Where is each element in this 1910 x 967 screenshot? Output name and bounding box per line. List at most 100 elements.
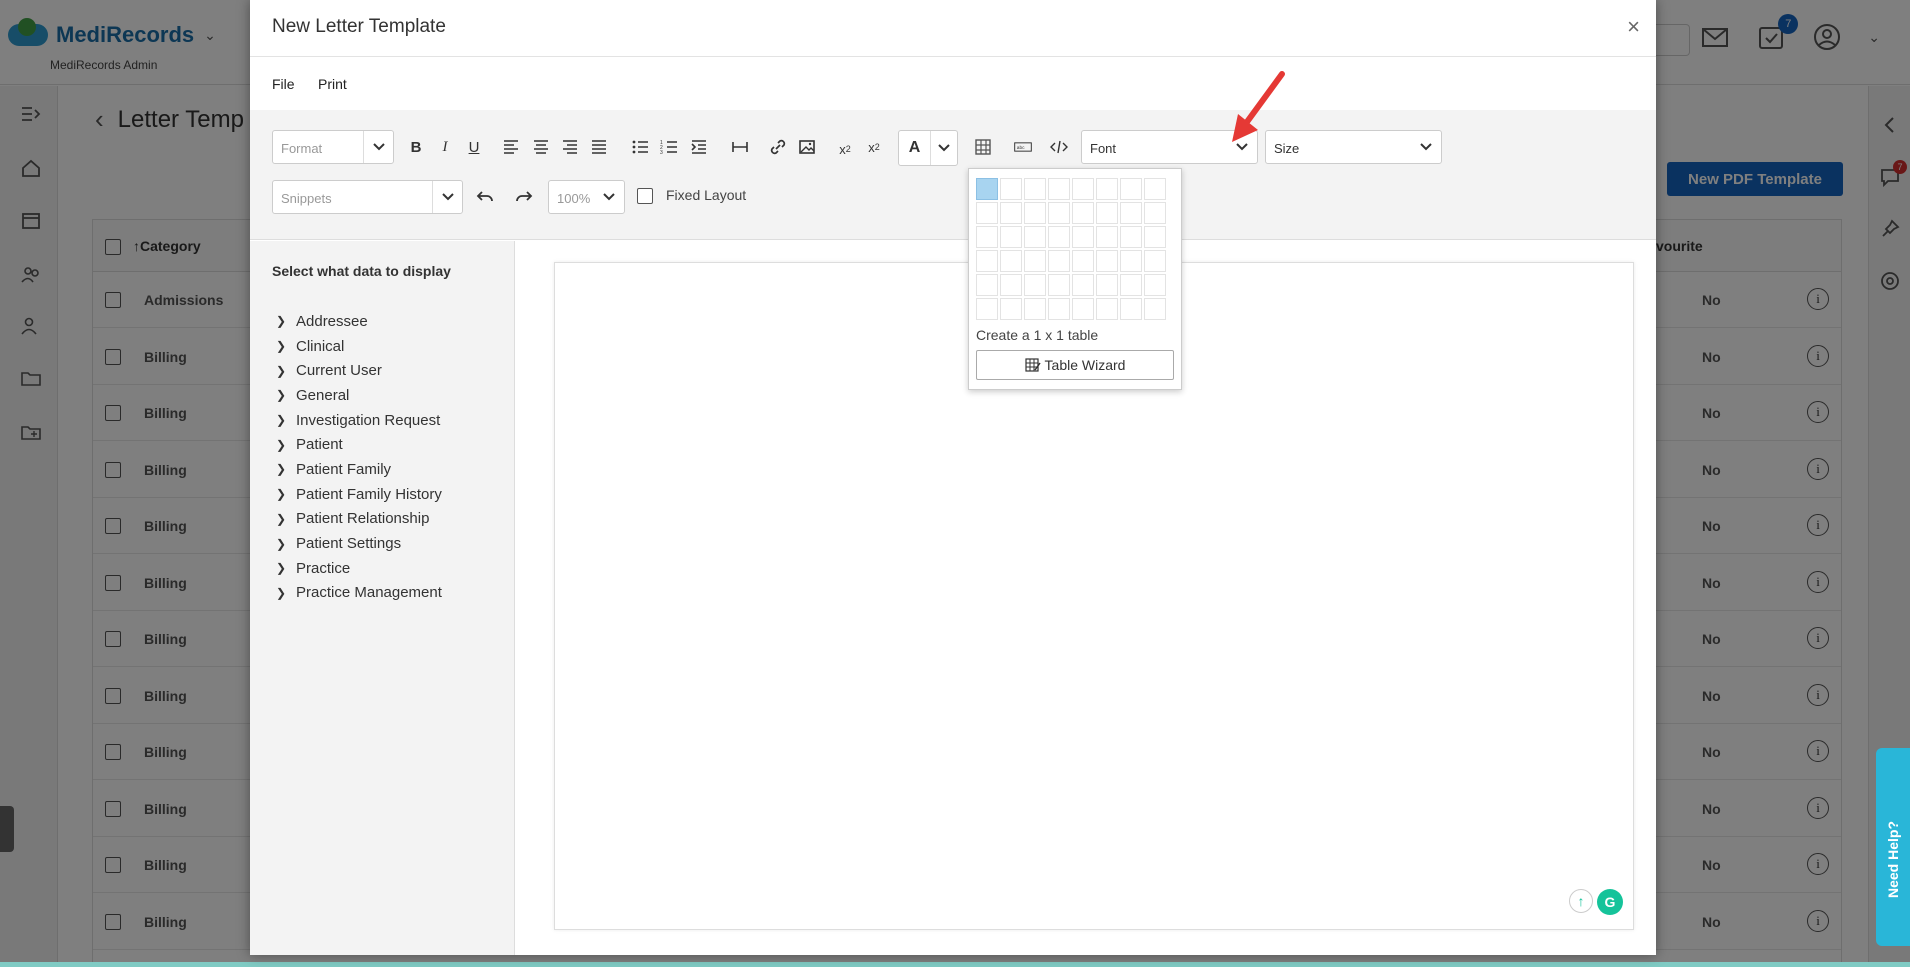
chevron-right-icon[interactable]: ❯ <box>276 413 296 427</box>
chevron-right-icon[interactable]: ❯ <box>276 586 296 600</box>
table-grid-cell[interactable] <box>1072 298 1094 320</box>
indent-icon[interactable] <box>686 134 712 160</box>
table-grid-cell[interactable] <box>1120 274 1142 296</box>
table-grid-cell[interactable] <box>1048 202 1070 224</box>
table-grid-cell[interactable] <box>1120 226 1142 248</box>
link-icon[interactable] <box>765 134 791 160</box>
chevron-right-icon[interactable]: ❯ <box>276 388 296 402</box>
table-grid-cell[interactable] <box>1072 274 1094 296</box>
chevron-down-icon[interactable] <box>930 131 957 165</box>
close-icon[interactable]: × <box>1627 14 1640 40</box>
zoom-select[interactable]: 100% <box>548 180 625 214</box>
table-grid-cell[interactable] <box>1048 298 1070 320</box>
chevron-right-icon[interactable]: ❯ <box>276 512 296 526</box>
table-grid-cell[interactable] <box>1000 178 1022 200</box>
table-grid-cell[interactable] <box>1096 178 1118 200</box>
table-grid-cell[interactable] <box>1096 226 1118 248</box>
table-grid-cell[interactable] <box>976 202 998 224</box>
table-grid-cell[interactable] <box>1120 250 1142 272</box>
table-grid-cell[interactable] <box>1120 298 1142 320</box>
tree-item[interactable]: ❯ Practice Management <box>276 581 442 606</box>
table-grid-cell[interactable] <box>1072 250 1094 272</box>
table-grid-cell[interactable] <box>1048 274 1070 296</box>
tree-item[interactable]: ❯ Addressee <box>276 309 442 334</box>
table-grid-cell[interactable] <box>976 178 998 200</box>
tree-item[interactable]: ❯ Clinical <box>276 334 442 359</box>
table-grid-cell[interactable] <box>1024 202 1046 224</box>
table-grid-cell[interactable] <box>1144 226 1166 248</box>
tree-item[interactable]: ❯ General <box>276 383 442 408</box>
table-grid-cell[interactable] <box>1072 202 1094 224</box>
table-grid-cell[interactable] <box>1096 202 1118 224</box>
align-center-icon[interactable] <box>528 134 554 160</box>
table-grid-cell[interactable] <box>1144 250 1166 272</box>
table-wizard-button[interactable]: Table Wizard <box>976 350 1174 380</box>
chevron-right-icon[interactable]: ❯ <box>276 537 296 551</box>
table-grid-cell[interactable] <box>1120 202 1142 224</box>
table-grid-cell[interactable] <box>1144 178 1166 200</box>
bold-icon[interactable]: B <box>403 134 429 160</box>
font-color-button[interactable]: A <box>898 130 958 166</box>
grammarly-widget[interactable]: ↑ G <box>1569 889 1623 915</box>
tree-item[interactable]: ❯ Patient Settings <box>276 531 442 556</box>
tree-item[interactable]: ❯ Current User <box>276 358 442 383</box>
fixed-layout-label[interactable]: Fixed Layout <box>666 187 746 203</box>
text-field-icon[interactable]: abc <box>1008 134 1038 160</box>
table-grid-cell[interactable] <box>1000 298 1022 320</box>
table-grid-cell[interactable] <box>1096 250 1118 272</box>
table-grid-cell[interactable] <box>1000 250 1022 272</box>
italic-icon[interactable]: I <box>432 134 458 160</box>
table-grid-cell[interactable] <box>1048 250 1070 272</box>
underline-icon[interactable]: U <box>461 134 487 160</box>
subscript-icon[interactable]: x2 <box>832 136 858 162</box>
chevron-right-icon[interactable]: ❯ <box>276 339 296 353</box>
align-left-icon[interactable] <box>498 134 524 160</box>
table-grid-cell[interactable] <box>1120 178 1142 200</box>
need-help-tab[interactable]: Need Help? <box>1876 748 1910 946</box>
align-justify-icon[interactable] <box>586 134 612 160</box>
tree-item[interactable]: ❯ Patient Relationship <box>276 507 442 532</box>
insert-table-icon[interactable] <box>970 134 996 160</box>
chevron-right-icon[interactable]: ❯ <box>276 462 296 476</box>
table-grid-cell[interactable] <box>1024 298 1046 320</box>
table-grid-cell[interactable] <box>1144 274 1166 296</box>
tree-item[interactable]: ❯ Patient <box>276 432 442 457</box>
tree-item[interactable]: ❯ Patient Family History <box>276 482 442 507</box>
tree-item[interactable]: ❯ Patient Family <box>276 457 442 482</box>
table-grid-cell[interactable] <box>976 298 998 320</box>
menu-print[interactable]: Print <box>318 76 347 92</box>
table-grid-cell[interactable] <box>976 274 998 296</box>
bullet-list-icon[interactable] <box>627 134 653 160</box>
table-grid-cell[interactable] <box>1000 202 1022 224</box>
fixed-layout-checkbox[interactable] <box>637 188 653 204</box>
table-grid-cell[interactable] <box>1072 178 1094 200</box>
table-grid-cell[interactable] <box>1096 274 1118 296</box>
undo-icon[interactable] <box>472 184 498 210</box>
table-grid-cell[interactable] <box>1096 298 1118 320</box>
chevron-right-icon[interactable]: ❯ <box>276 364 296 378</box>
redo-icon[interactable] <box>511 184 537 210</box>
tree-item[interactable]: ❯ Investigation Request <box>276 408 442 433</box>
grammarly-icon[interactable]: G <box>1597 889 1623 915</box>
chevron-right-icon[interactable]: ❯ <box>276 314 296 328</box>
chevron-right-icon[interactable]: ❯ <box>276 487 296 501</box>
table-grid-cell[interactable] <box>1144 202 1166 224</box>
table-grid-cell[interactable] <box>976 226 998 248</box>
font-color-icon[interactable]: A <box>899 131 931 165</box>
table-grid-cell[interactable] <box>1048 178 1070 200</box>
align-right-icon[interactable] <box>557 134 583 160</box>
table-grid-cell[interactable] <box>1024 250 1046 272</box>
chevron-right-icon[interactable]: ❯ <box>276 438 296 452</box>
table-grid-cell[interactable] <box>1024 274 1046 296</box>
table-grid-cell[interactable] <box>1048 226 1070 248</box>
table-grid-cell[interactable] <box>1144 298 1166 320</box>
tree-item[interactable]: ❯ Practice <box>276 556 442 581</box>
source-code-icon[interactable] <box>1046 134 1072 160</box>
horizontal-rule-icon[interactable] <box>727 134 753 160</box>
table-grid-cell[interactable] <box>1024 226 1046 248</box>
table-grid-cell[interactable] <box>1024 178 1046 200</box>
side-tab[interactable] <box>0 806 14 852</box>
table-grid-cell[interactable] <box>1072 226 1094 248</box>
superscript-icon[interactable]: x2 <box>861 134 887 160</box>
format-select[interactable]: Format <box>272 130 394 164</box>
